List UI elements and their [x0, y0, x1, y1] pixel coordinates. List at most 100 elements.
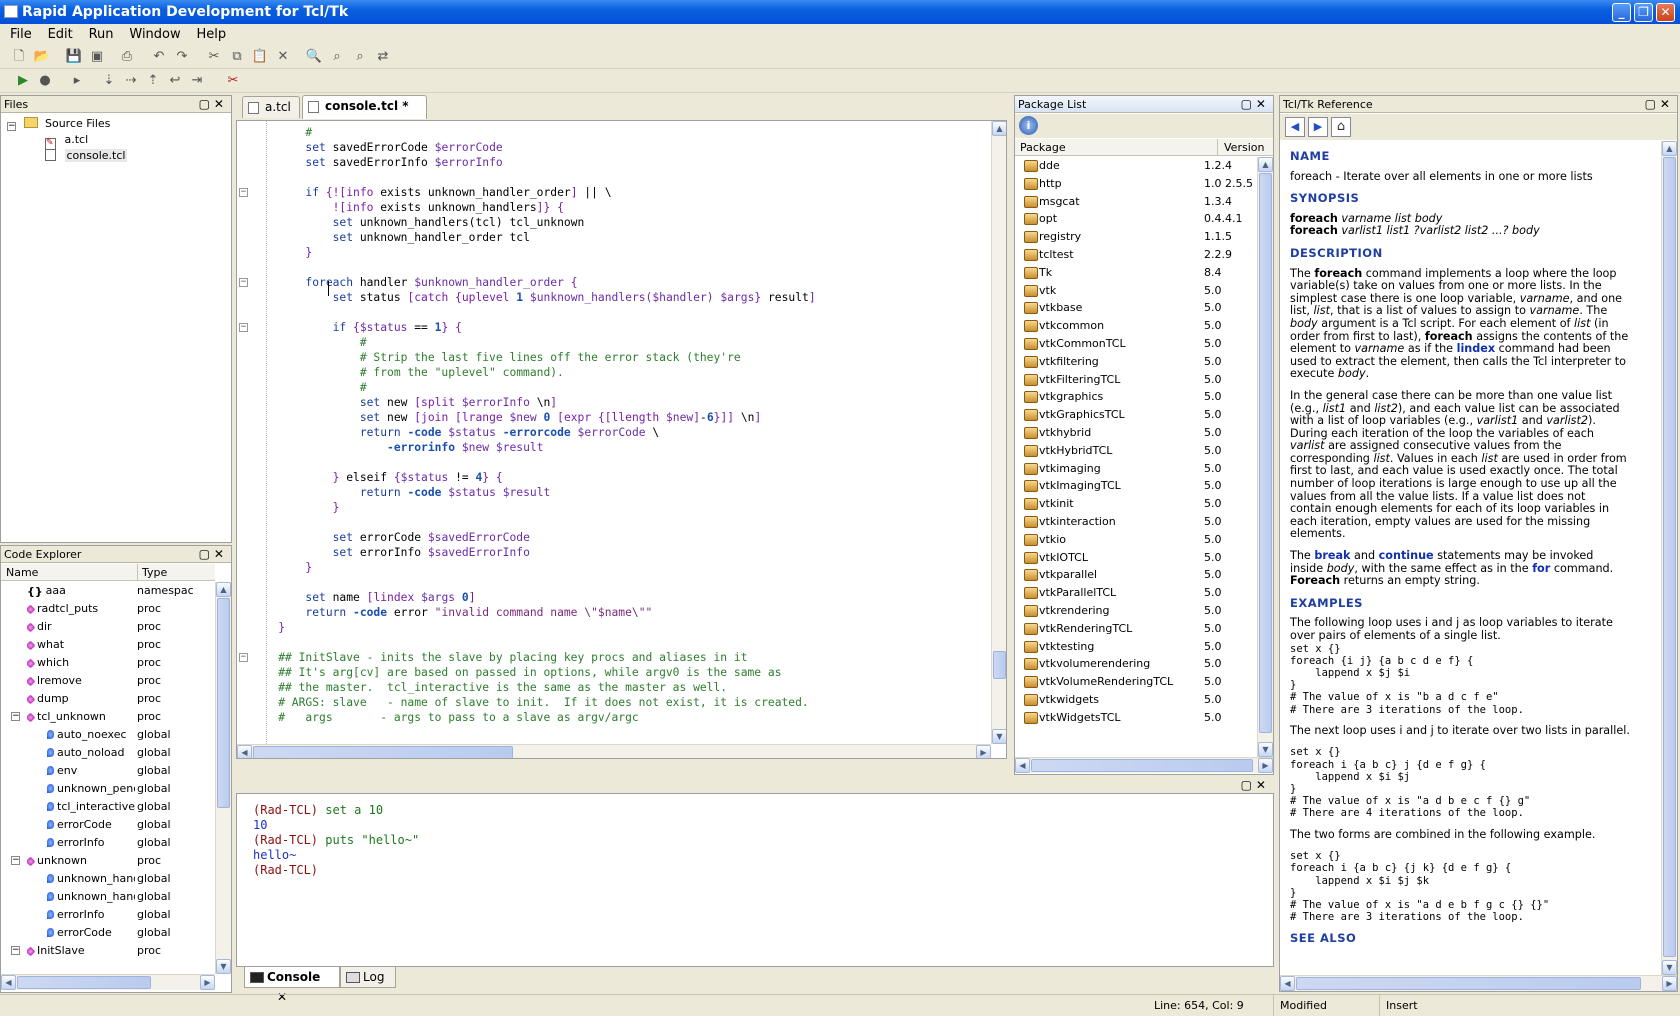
column-name[interactable]: Name — [6, 564, 38, 581]
redo-icon[interactable]: ↷ — [173, 48, 191, 66]
code-explorer-row[interactable]: env global — [3, 762, 211, 780]
column-version[interactable]: Version — [1217, 139, 1264, 156]
panel-controls-icon[interactable]: ▢✕ — [199, 96, 228, 113]
fold-toggle-icon[interactable]: − — [239, 323, 248, 332]
cut-icon[interactable]: ✂ — [205, 48, 223, 66]
code-explorer-vscroll[interactable]: ▲ ▼ — [215, 582, 231, 974]
package-row[interactable]: vtkinteraction 5.0 — [1017, 513, 1245, 531]
open-file-icon[interactable]: 📂 — [33, 48, 51, 66]
for-link[interactable]: for — [1532, 562, 1550, 575]
info-icon[interactable]: i — [1019, 116, 1038, 135]
menu-run[interactable]: Run — [83, 25, 120, 45]
package-row[interactable]: vtkcommon 5.0 — [1017, 317, 1245, 335]
find-next-icon[interactable]: ⌕ — [328, 48, 346, 66]
copy-icon[interactable]: ⧉ — [228, 48, 246, 66]
code-explorer-row[interactable]: dir proc — [3, 618, 211, 636]
code-explorer-row[interactable]: − tcl_unknown proc — [3, 708, 211, 726]
code-explorer-row[interactable]: errorCode global — [3, 816, 211, 834]
undo-icon[interactable]: ↶ — [150, 48, 168, 66]
tab-console-tcl[interactable]: console.tcl * ✕ — [302, 95, 427, 134]
package-row[interactable]: vtkbase 5.0 — [1017, 299, 1245, 317]
home-icon[interactable]: ⌂ — [1331, 117, 1351, 137]
maximize-button[interactable]: ❐ — [1634, 3, 1653, 22]
code-explorer-row[interactable]: unknown_handlersglobal — [3, 870, 211, 888]
continue-icon[interactable]: ⇥ — [188, 72, 206, 90]
continue-link[interactable]: continue — [1379, 549, 1434, 562]
step-icon[interactable]: ▸ — [68, 72, 86, 90]
expand-toggle-icon[interactable]: − — [11, 946, 20, 955]
step-over-icon[interactable]: ⇢ — [122, 72, 140, 90]
package-row[interactable]: vtkgraphics 5.0 — [1017, 388, 1245, 406]
code-explorer-row[interactable]: unknown_handler_orderglobal — [3, 888, 211, 906]
run-icon[interactable]: ▶ — [14, 72, 32, 90]
lindex-link[interactable]: lindex — [1457, 342, 1495, 355]
menu-file[interactable]: File — [4, 25, 38, 45]
package-row[interactable]: vtkfiltering 5.0 — [1017, 353, 1245, 371]
package-row[interactable]: vtkVolumeRenderingTCL 5.0 — [1017, 673, 1245, 691]
editor-vscroll[interactable]: ▲ ▼ — [991, 121, 1006, 744]
code-editor[interactable]: # set savedErrorCode $errorCode set save… — [236, 120, 1007, 759]
breakpoint-icon[interactable]: ↩ — [166, 72, 184, 90]
stop-icon[interactable]: ● — [36, 72, 54, 90]
tools-icon[interactable]: ✂ — [224, 72, 242, 90]
code-explorer-row[interactable]: − InitSlave proc — [3, 942, 211, 960]
column-type[interactable]: Type — [137, 564, 167, 581]
package-row[interactable]: registry 1.1.5 — [1017, 228, 1245, 246]
menu-window[interactable]: Window — [123, 25, 186, 45]
panel-controls-icon[interactable]: ▢✕ — [1645, 96, 1674, 113]
fold-toggle-icon[interactable]: − — [239, 188, 248, 197]
tab-console[interactable]: Console ✕ — [244, 967, 340, 1004]
code-explorer-row[interactable]: what proc — [3, 636, 211, 654]
delete-icon[interactable]: ✕ — [274, 48, 292, 66]
package-hscroll[interactable]: ◀ ▶ — [1015, 757, 1273, 773]
code-explorer-row[interactable]: radtcl_puts proc — [3, 600, 211, 618]
package-row[interactable]: opt 0.4.4.1 — [1017, 210, 1245, 228]
print-icon[interactable]: ⎙ — [118, 48, 136, 66]
code-explorer-row[interactable]: auto_noexec global — [3, 726, 211, 744]
tab-log[interactable]: Log — [340, 967, 396, 988]
package-row[interactable]: vtkhybrid 5.0 — [1017, 424, 1245, 442]
paste-icon[interactable]: 📋 — [251, 48, 269, 66]
code-explorer-row[interactable]: − unknown proc — [3, 852, 211, 870]
package-row[interactable]: vtkWidgetsTCL 5.0 — [1017, 709, 1245, 727]
package-row[interactable]: vtkinit 5.0 — [1017, 495, 1245, 513]
package-row[interactable]: vtkIOTCL 5.0 — [1017, 549, 1245, 567]
package-row[interactable]: vtkio 5.0 — [1017, 531, 1245, 549]
package-row[interactable]: vtkFilteringTCL 5.0 — [1017, 371, 1245, 389]
find-prev-icon[interactable]: ⌕ — [351, 48, 369, 66]
minimize-button[interactable]: _ — [1612, 3, 1631, 22]
close-button[interactable]: ✕ — [1656, 3, 1675, 22]
package-row[interactable]: tcltest 2.2.9 — [1017, 246, 1245, 264]
expand-toggle-icon[interactable]: − — [11, 712, 20, 721]
package-vscroll[interactable]: ▲ ▼ — [1257, 157, 1273, 757]
step-out-icon[interactable]: ⇡ — [144, 72, 162, 90]
fold-toggle-icon[interactable]: − — [239, 278, 248, 287]
code-explorer-row[interactable]: errorInfo global — [3, 906, 211, 924]
editor-hscroll[interactable]: ◀ ▶ — [237, 744, 991, 758]
save-all-icon[interactable]: ▣ — [88, 48, 106, 66]
package-row[interactable]: vtkHybridTCL 5.0 — [1017, 442, 1245, 460]
code-explorer-row[interactable]: lremove proc — [3, 672, 211, 690]
package-row[interactable]: vtkParallelTCL 5.0 — [1017, 584, 1245, 602]
code-explorer-row[interactable]: auto_noload global — [3, 744, 211, 762]
package-row[interactable]: msgcat 1.3.4 — [1017, 193, 1245, 211]
panel-controls-icon[interactable]: ▢✕ — [199, 546, 228, 563]
back-icon[interactable]: ◀ — [1285, 117, 1305, 137]
menu-edit[interactable]: Edit — [42, 25, 79, 45]
code-explorer-row[interactable]: errorCode global — [3, 924, 211, 942]
package-row[interactable]: vtkImagingTCL 5.0 — [1017, 477, 1245, 495]
package-row[interactable]: http 1.0 2.5.5 — [1017, 175, 1253, 193]
package-row[interactable]: vtkCommonTCL 5.0 — [1017, 335, 1245, 353]
forward-icon[interactable]: ▶ — [1308, 117, 1328, 137]
package-row[interactable]: Tk 8.4 — [1017, 264, 1245, 282]
code-explorer-row[interactable]: tcl_interactive global — [3, 798, 211, 816]
package-row[interactable]: vtkrendering 5.0 — [1017, 602, 1245, 620]
find-icon[interactable]: 🔍 — [305, 48, 323, 66]
break-link[interactable]: break — [1314, 549, 1350, 562]
package-row[interactable]: vtkimaging 5.0 — [1017, 460, 1245, 478]
package-row[interactable]: vtkvolumerendering 5.0 — [1017, 655, 1245, 673]
code-explorer-row[interactable]: {} aaa namespac — [3, 582, 211, 600]
console-output[interactable]: (Rad-TCL) set a 10 10 (Rad-TCL) puts "hell… — [236, 793, 1274, 967]
code-explorer-row[interactable]: errorInfo global — [3, 834, 211, 852]
tab-a-tcl[interactable]: a.tcl — [242, 96, 300, 118]
